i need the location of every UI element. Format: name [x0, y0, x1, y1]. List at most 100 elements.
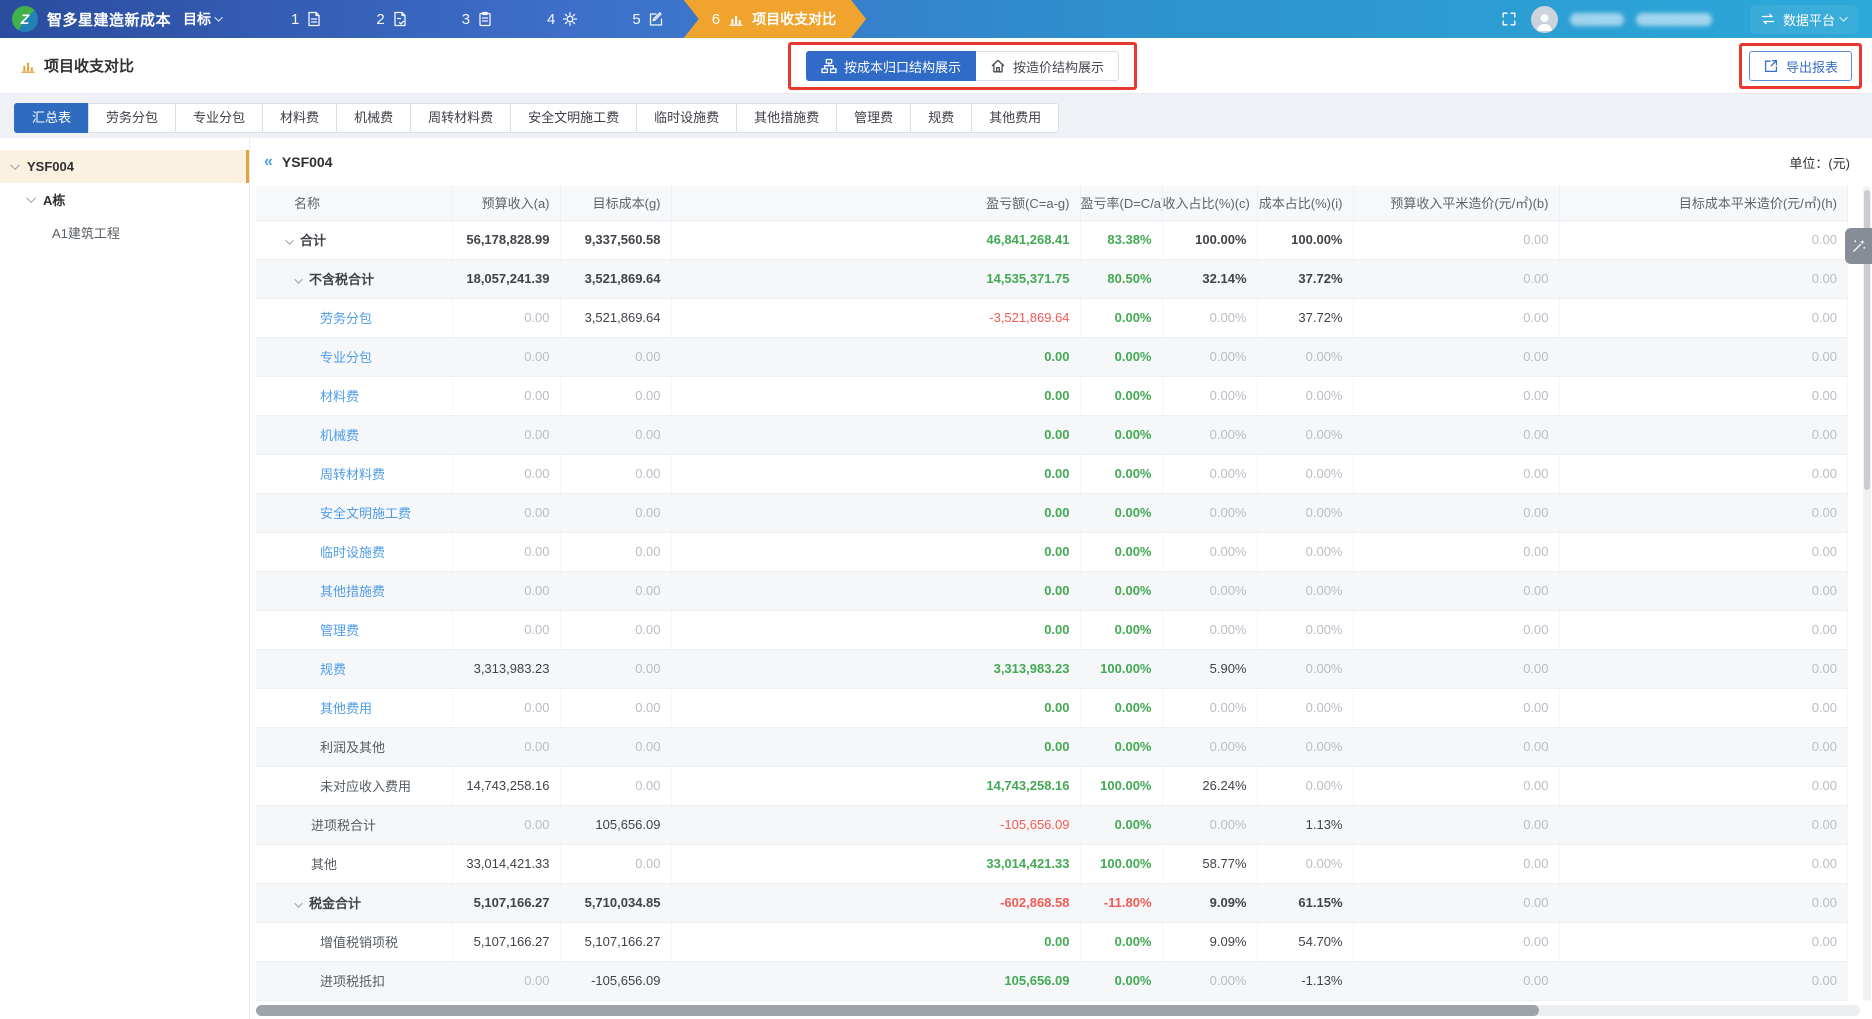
bar-chart-icon [728, 11, 744, 27]
tab-周转材料费[interactable]: 周转材料费 [410, 103, 511, 133]
value-cell: 0.00 [1559, 493, 1848, 532]
row-name-cell: 其他 [256, 844, 452, 883]
row-name-cell: 周转材料费 [256, 454, 452, 493]
redacted-phone [1636, 13, 1712, 26]
value-cell: 0.00% [1080, 922, 1162, 961]
tab-管理费[interactable]: 管理费 [836, 103, 911, 133]
nav-step-4[interactable]: 4 [547, 11, 578, 28]
value-cell: 9.09% [1162, 883, 1257, 922]
view-toggle-group: 按成本归口结构展示 按造价结构展示 [806, 51, 1119, 81]
row-name-cell: 利润及其他 [256, 727, 452, 766]
value-cell: 0.00% [1257, 532, 1353, 571]
row-name: 未对应收入费用 [320, 779, 411, 794]
collapse-panel-icon[interactable]: « [264, 153, 273, 171]
value-cell: 0.00 [1353, 454, 1559, 493]
horizontal-scrollbar-thumb[interactable] [256, 1005, 1539, 1016]
caret-down-icon[interactable] [285, 236, 293, 244]
caret-down-icon[interactable] [10, 160, 20, 170]
value-cell: 0.00% [1162, 727, 1257, 766]
value-cell: 0.00 [452, 298, 560, 337]
tab-汇总表[interactable]: 汇总表 [14, 103, 89, 133]
value-cell: 0.00 [1559, 571, 1848, 610]
row-name-link[interactable]: 机械费 [320, 428, 359, 443]
tab-劳务分包[interactable]: 劳务分包 [88, 103, 176, 133]
row-name-cell: 增值税销项税 [256, 922, 452, 961]
export-icon [1763, 58, 1779, 74]
value-cell: 0.00 [452, 337, 560, 376]
toggle-cost-structure-view[interactable]: 按成本归口结构展示 [806, 51, 976, 81]
value-cell: 0.00% [1162, 571, 1257, 610]
row-name-link[interactable]: 劳务分包 [320, 311, 372, 326]
nav-step-5[interactable]: 5 [632, 11, 663, 28]
value-cell: 0.00 [1559, 961, 1848, 1000]
row-name-cell: 规费 [256, 649, 452, 688]
column-header: 目标成本平米造价(元/㎡)(h) [1559, 186, 1848, 220]
caret-down-icon[interactable] [26, 193, 36, 203]
mode-selector[interactable]: 目标 [183, 9, 223, 29]
app-logo-icon: Z [12, 6, 38, 32]
tab-规费[interactable]: 规费 [910, 103, 972, 133]
nav-step-2[interactable]: 2 [376, 11, 407, 28]
row-name-link[interactable]: 规费 [320, 662, 346, 677]
value-cell: 37.72% [1257, 259, 1353, 298]
caret-down-icon[interactable] [294, 275, 302, 283]
value-cell: 0.00% [1080, 571, 1162, 610]
tab-安全文明施工费[interactable]: 安全文明施工费 [510, 103, 637, 133]
column-header: 预算收入平米造价(元/㎡)(b) [1353, 186, 1559, 220]
table-settings-widget[interactable] [1845, 228, 1872, 264]
table-row: 税金合计5,107,166.275,710,034.85-602,868.58-… [256, 883, 1848, 922]
value-cell: 105,656.09 [560, 805, 671, 844]
fullscreen-icon[interactable] [1501, 11, 1517, 27]
nav-steps: 1 2 3 4 5 [291, 11, 664, 28]
row-name-cell: 进项税合计 [256, 805, 452, 844]
avatar[interactable] [1531, 6, 1558, 33]
row-name-link[interactable]: 其他费用 [320, 701, 372, 716]
nav-step-6-active[interactable]: 6 项目收支对比 [684, 0, 866, 38]
row-name-link[interactable]: 安全文明施工费 [320, 506, 411, 521]
row-name-link[interactable]: 临时设施费 [320, 545, 385, 560]
tab-其他措施费[interactable]: 其他措施费 [736, 103, 837, 133]
person-icon [1532, 10, 1557, 33]
vertical-scrollbar[interactable] [1863, 186, 1871, 1001]
tree-node-A栋[interactable]: A栋 [0, 183, 249, 216]
row-name-link[interactable]: 其他措施费 [320, 584, 385, 599]
value-cell: -105,656.09 [671, 805, 1080, 844]
value-cell: 83.38% [1080, 220, 1162, 259]
tab-专业分包[interactable]: 专业分包 [175, 103, 263, 133]
row-name-link[interactable]: 周转材料费 [320, 467, 385, 482]
tree-node-A1建筑工程[interactable]: A1建筑工程 [0, 216, 249, 249]
table-header-bar: « YSF004 单位：(元) [250, 138, 1872, 186]
tab-其他费用[interactable]: 其他费用 [971, 103, 1059, 133]
platform-label: 数据平台 [1783, 10, 1835, 29]
step-number: 5 [632, 11, 640, 28]
row-name-link[interactable]: 管理费 [320, 623, 359, 638]
export-report-button[interactable]: 导出报表 [1749, 51, 1852, 81]
row-name-link[interactable]: 材料费 [320, 389, 359, 404]
nav-step-3[interactable]: 3 [462, 11, 493, 28]
value-cell: 0.00 [1559, 766, 1848, 805]
column-header: 成本占比(%)(i) [1257, 186, 1353, 220]
step-number: 2 [376, 11, 384, 28]
caret-down-icon[interactable] [294, 899, 302, 907]
platform-switch-button[interactable]: 数据平台 [1750, 5, 1858, 34]
tab-材料费[interactable]: 材料费 [262, 103, 337, 133]
value-cell: 0.00 [1559, 727, 1848, 766]
toggle-price-structure-view[interactable]: 按造价结构展示 [976, 51, 1119, 81]
nav-step-1[interactable]: 1 [291, 11, 322, 28]
value-cell: 0.00% [1080, 493, 1162, 532]
row-name-link[interactable]: 专业分包 [320, 350, 372, 365]
value-cell: 37.72% [1257, 298, 1353, 337]
value-cell: 0.00% [1257, 688, 1353, 727]
value-cell: 0.00% [1080, 454, 1162, 493]
tree-node-YSF004[interactable]: YSF004 [0, 150, 249, 183]
table-row: 利润及其他0.000.000.000.00%0.00%0.00%0.000.00 [256, 727, 1848, 766]
row-name-cell: 机械费 [256, 415, 452, 454]
value-cell: 0.00 [1559, 610, 1848, 649]
tab-临时设施费[interactable]: 临时设施费 [636, 103, 737, 133]
tab-机械费[interactable]: 机械费 [336, 103, 411, 133]
value-cell: 14,743,258.16 [452, 766, 560, 805]
horizontal-scrollbar[interactable] [256, 1005, 1860, 1016]
table-row: 规费3,313,983.230.003,313,983.23100.00%5.9… [256, 649, 1848, 688]
table-row: 进项税抵扣0.00-105,656.09105,656.090.00%0.00%… [256, 961, 1848, 1000]
value-cell: 0.00 [452, 454, 560, 493]
